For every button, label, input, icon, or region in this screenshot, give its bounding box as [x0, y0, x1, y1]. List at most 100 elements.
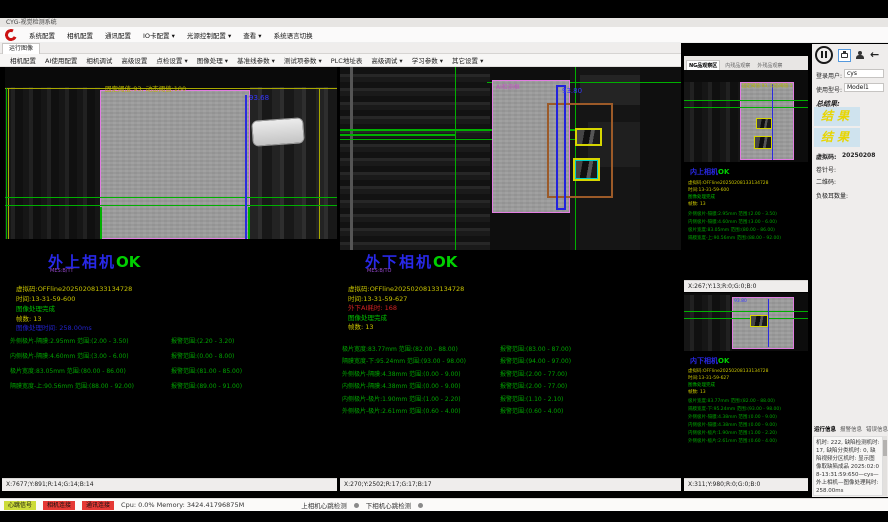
threshold-label: 固定阈值:93, 动态阈值:100 [742, 83, 792, 89]
measure-value-label: 93.80 [734, 299, 747, 304]
tab-error-info[interactable]: 错误信息 [866, 425, 888, 433]
info-tab-strip: 运行信息 报警信息 错误信息 [814, 425, 888, 433]
small-bottom-time: 时间:13-31-59-627 [688, 375, 808, 381]
user-icon [856, 55, 864, 59]
toolbar-camera-debug[interactable]: 相机调试 [86, 55, 112, 65]
toolbar-baseline-params[interactable]: 基准线参数 ▾ [237, 55, 275, 65]
tab-run-info[interactable]: 运行信息 [814, 425, 836, 433]
measurement-row: 隔膜宽度-下:95.24mm 范围:(93.00 - 98.00)报警范围:(9… [342, 356, 680, 368]
mid-frame-count: 帧数: 13 [348, 321, 374, 331]
app-logo-icon [3, 27, 18, 42]
small-top-title: 内上相机OK [690, 167, 729, 177]
small-bottom-statusbar: X:311;Y:980;R:0;G:0;B:0 [684, 478, 808, 491]
camera-connect-badge: 相机连接 [43, 501, 75, 510]
machine-structure-left [340, 67, 490, 250]
virtual-code-label: 虚拟码: [816, 152, 836, 161]
toolbar-plc-address[interactable]: PLC地址表 [331, 55, 363, 65]
baseline-green-line [684, 311, 808, 312]
toolbar-other-settings[interactable]: 其它设置 ▾ [452, 55, 483, 65]
small-tab-outer-reject[interactable]: 外残品观察 [755, 61, 784, 70]
toolbar-spot-check[interactable]: 点检设置 ▾ [156, 55, 187, 65]
log-scrollbar-thumb[interactable] [883, 440, 887, 456]
camera-button[interactable] [838, 49, 851, 62]
cpu-memory-text: Cpu: 0.0% Memory: 3424.41796875M [121, 501, 244, 509]
negative-tab-count-label: 负极耳数量: [816, 191, 848, 200]
machine-block [580, 75, 640, 105]
qr-code-label: 二维码: [816, 177, 836, 186]
small-bottom-measure: 内侧极片-极片:1.90mm 范围:(1.00 - 2.20) [688, 430, 808, 436]
left-time: 时间:13-31-59-600 [16, 293, 75, 303]
toolbar-ai-config[interactable]: AI使用配置 [45, 55, 77, 65]
machine-block [640, 67, 681, 250]
small-top-frames: 帧数: 13 [688, 201, 808, 207]
machine-structure [684, 82, 740, 162]
virtual-code-value: 20250208 [842, 152, 875, 159]
small-top-measure: 隔膜宽度-上:90.56mm 范围:(88.00 - 92.00) [688, 235, 808, 241]
exit-button[interactable]: ← [870, 49, 883, 62]
left-image-canvas[interactable]: 93.68 固定阈值:93, 动态阈值:100 [5, 67, 337, 239]
ai-box-label: AI检测框 [496, 82, 520, 91]
measure-value-label: 93.80 [562, 87, 582, 95]
defect-box-yellow [756, 118, 772, 129]
toolbar-advanced-debug[interactable]: 高级调试 ▾ [371, 55, 402, 65]
small-bottom-measure: 隔膜宽度-下:95.24mm 范围:(93.00 - 98.00) [688, 406, 808, 412]
small-top-measure: 内侧极片-隔膜:4.60mm 范围:(3.00 - 6.00) [688, 219, 808, 225]
machine-structure-left [5, 87, 100, 239]
measure-value-label: 93.68 [249, 94, 269, 102]
small-tab-inner-reject[interactable]: 内残品观察 [723, 61, 752, 70]
fov-frame-line [8, 88, 9, 239]
toolbar-image-processing[interactable]: 图像处理 ▾ [197, 55, 228, 65]
tab-alarm-info[interactable]: 报警信息 [840, 425, 862, 433]
toolbar: 相机配置 AI使用配置 相机调试 高级设置 点检设置 ▾ 图像处理 ▾ 基准线参… [0, 54, 681, 67]
mid-image-canvas[interactable]: AI检测框 93.80 [340, 67, 681, 250]
menu-item-language-switch[interactable]: 系统语言切换 [274, 30, 313, 40]
menu-item-system-config[interactable]: 系统配置 [29, 30, 55, 40]
small-bottom-frames: 帧数: 13 [688, 389, 808, 395]
measurement-row: 隔膜宽度-上:90.56mm 范围:(88.00 - 92.00)报警范围:(8… [10, 381, 340, 396]
measurement-row: 内侧极片-隔膜:4.60mm 范围:(3.00 - 6.00)报警范围:(0.0… [10, 351, 340, 366]
lower-camera-heartbeat-label: 下相机心跳检测 [366, 500, 412, 510]
menu-item-io-config[interactable]: IO卡配置 ▾ [143, 30, 175, 40]
edge-green-line [455, 67, 456, 250]
small-tab-ng-view[interactable]: NG品观察区 [686, 60, 720, 70]
toolbar-test-params[interactable]: 测试项参数 ▾ [284, 55, 322, 65]
fov-frame-line [319, 88, 320, 239]
login-user-field[interactable]: cys [844, 69, 884, 78]
measurement-row: 外侧极片-隔膜:2.95mm 范围:(2.00 - 3.50)报警范围:(2.2… [10, 336, 340, 351]
measure-blue-box [556, 85, 566, 210]
menu-item-camera-config[interactable]: 相机配置 [67, 30, 93, 40]
exit-arrow-icon: ← [870, 48, 879, 61]
small-bottom-image-canvas[interactable]: 93.80 [684, 293, 808, 351]
tab-protrusion-shape [251, 117, 305, 147]
baseline-green-line [5, 197, 337, 198]
measurement-row: 极片宽度:83.05mm 范围:(80.00 - 86.00)报警范围:(81.… [10, 366, 340, 381]
right-panel: ← 登录用户: cys 使用型号: Model1 总结果: 结果 结果 虚拟码:… [812, 44, 888, 497]
user-button[interactable] [854, 49, 867, 62]
small-bottom-measure: 外侧极片-隔膜:4.38mm 范围:(0.00 - 9.00) [688, 414, 808, 420]
small-top-image-canvas[interactable]: 固定阈值:93, 动态阈值:100 [684, 70, 808, 162]
machine-edge-line [350, 67, 353, 250]
result-block-1: 结果 [814, 107, 860, 126]
run-log-text: 机时: 222, 缺陷检测机时: 17, 缺陷分类机时: 0, 缺陷视频分区机时… [813, 436, 883, 496]
menu-item-view[interactable]: 查看 ▾ [243, 30, 261, 40]
model-field[interactable]: Model1 [844, 83, 884, 92]
defect-box-yellow [575, 128, 602, 146]
menu-item-comm-config[interactable]: 通讯配置 [105, 30, 131, 40]
menu-item-light-config[interactable]: 光源控制配置 ▾ [187, 30, 231, 40]
small-top-done: 图像处理完成 [688, 194, 808, 200]
edge-green-mark [100, 207, 102, 239]
small-bottom-measure: 外侧极片-极片:2.61mm 范围:(0.60 - 4.00) [688, 438, 808, 444]
tab-run-image[interactable]: 运行图像 [2, 43, 40, 54]
small-bottom-code: 虚拟码:OFFline20250208133134728 [688, 368, 808, 374]
window-titlebar[interactable]: CYG-视觉检测系统 [0, 18, 888, 27]
mid-measurement-list: 极片宽度:83.77mm 范围:(82.00 - 88.00)报警范围:(83.… [342, 344, 680, 418]
upper-camera-heartbeat-indicator [354, 503, 359, 508]
toolbar-learn-params[interactable]: 学习参数 ▾ [412, 55, 443, 65]
toolbar-advanced-settings[interactable]: 高级设置 [121, 55, 147, 65]
baseline-green-line [684, 100, 808, 101]
toolbar-camera-config[interactable]: 相机配置 [10, 55, 36, 65]
comm-connect-badge: 通讯连接 [82, 501, 114, 510]
machine-structure-right [250, 87, 337, 239]
small-top-measure: 极片宽度:83.05mm 范围:(80.00 - 86.00) [688, 227, 808, 233]
pause-button[interactable] [815, 46, 833, 64]
